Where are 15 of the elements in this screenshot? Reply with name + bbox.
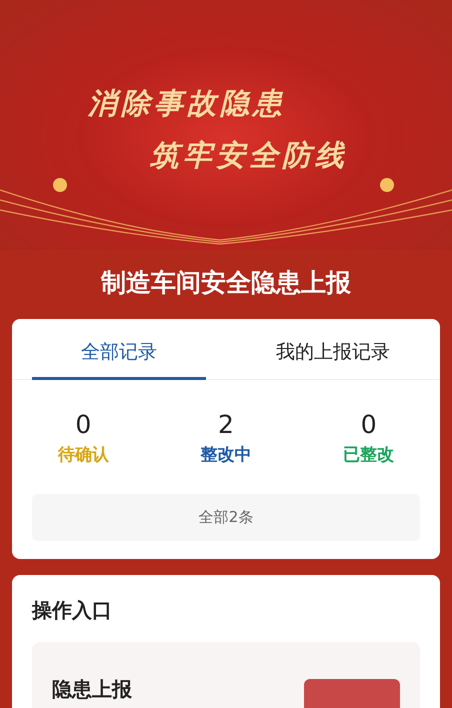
stat-count: 0 — [75, 410, 92, 439]
page-title: 制造车间安全隐患上报 — [100, 267, 352, 299]
tab[interactable]: 我的上报记录 — [246, 319, 420, 380]
entry-title: 隐患上报 — [52, 676, 132, 703]
stat-label: 待确认 — [58, 444, 109, 466]
section-heading: 操作入口 — [30, 597, 113, 624]
tab[interactable]: 全部记录 — [32, 319, 206, 380]
stat-label: 已整改 — [343, 444, 394, 466]
fill-button[interactable] — [304, 679, 400, 708]
stat-label: 整改中 — [200, 444, 252, 466]
stat-count: 0 — [360, 410, 377, 439]
total-count: 全部2条 — [32, 494, 420, 541]
stat-count: 2 — [218, 410, 234, 439]
banner-slogan: 消除事故隐患 — [88, 85, 286, 122]
banner-slogan: 筑牢安全防线 — [150, 137, 348, 174]
